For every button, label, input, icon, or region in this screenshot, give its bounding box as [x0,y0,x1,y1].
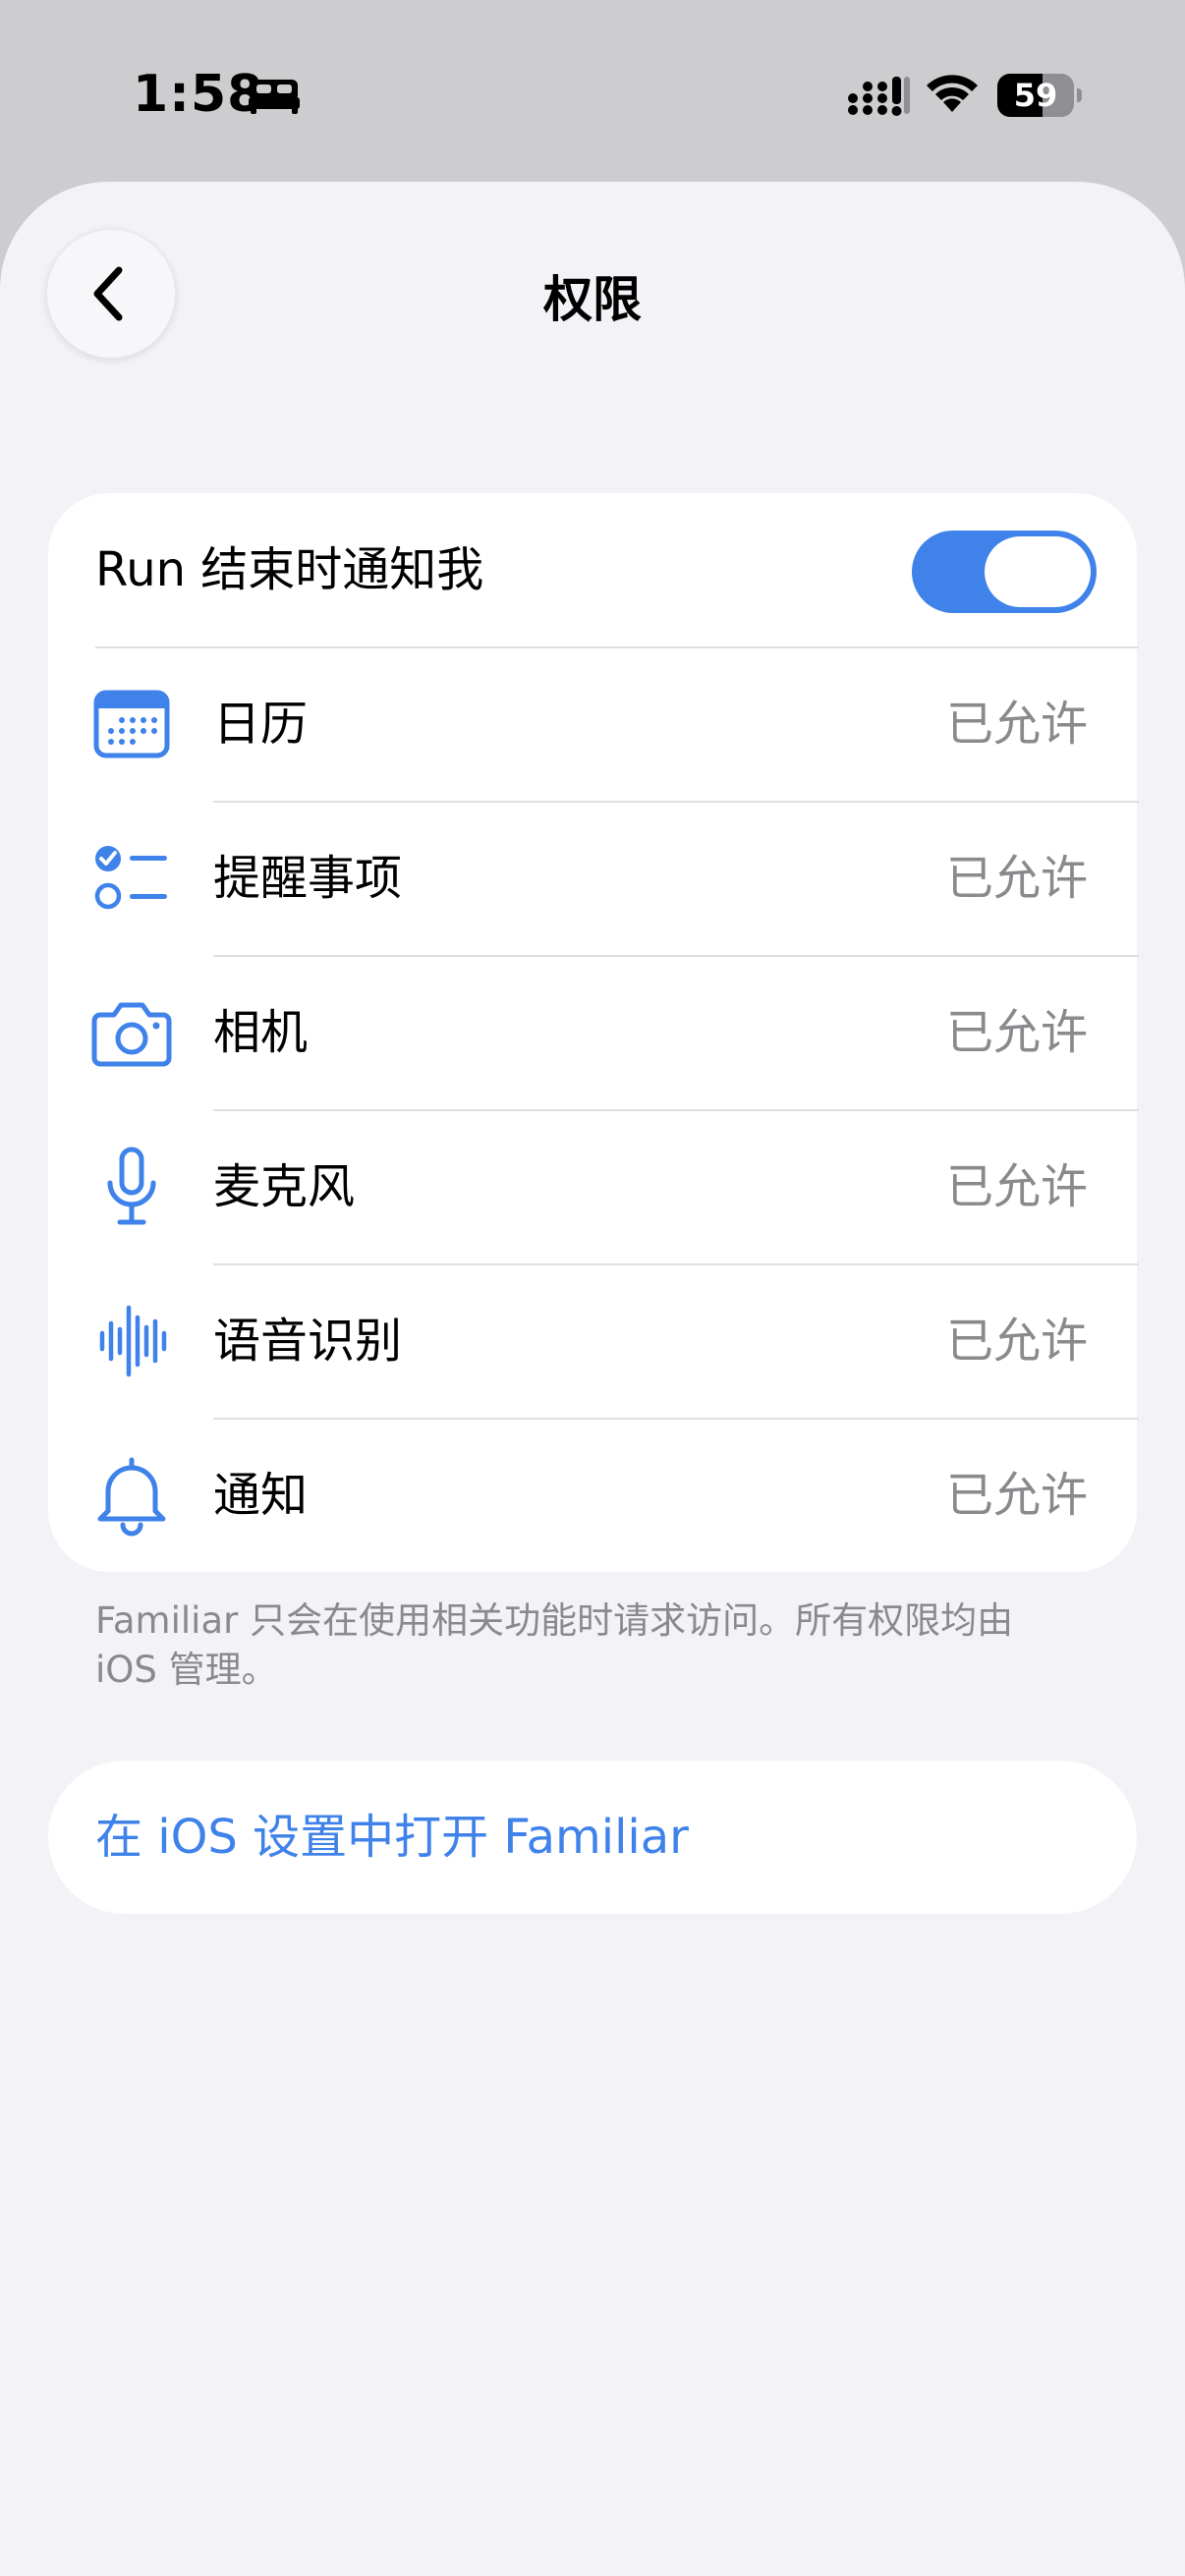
wifi-icon [927,75,978,112]
open-ios-settings-label: 在 iOS 设置中打开 Familiar [95,1810,689,1865]
permission-label: 通知 [213,1468,309,1523]
toggle-knob [985,536,1091,607]
microphone-icon [107,1147,156,1225]
permissions-sheet: 权限 Run 结束时通知我 日历 已允许 提醒事项 已允许 相机 已允许 麦克风… [0,182,1185,2576]
permission-status: 已允许 [945,1005,1088,1060]
bed-icon [249,80,300,114]
permission-row-camera[interactable]: 相机 已允许 [48,956,1137,1110]
notify-on-run-end-row: Run 结束时通知我 [48,493,1137,647]
calendar-icon [93,690,170,758]
waveform-icon [99,1305,167,1377]
permission-status: 已允许 [945,1314,1088,1369]
battery-percentage: 59 [1013,77,1058,114]
open-ios-settings-button[interactable]: 在 iOS 设置中打开 Familiar [48,1761,1137,1914]
permission-status: 已允许 [945,697,1088,752]
permission-row-microphone[interactable]: 麦克风 已允许 [48,1110,1137,1264]
footnote-line-2: iOS 管理。 [95,1649,278,1691]
battery-indicator: 59 [997,74,1082,117]
screen: 1:58 59 权限 Run 结束时通知我 日历 已允许 提醒事项 已允许 相机… [0,0,1185,2576]
permission-label: 提醒事项 [213,851,403,906]
permission-label: 麦克风 [213,1159,356,1214]
reminders-icon [94,846,167,910]
footnote-line-1: Familiar 只会在使用相关功能时请求访问。所有权限均由 [95,1599,1014,1642]
permission-label: 相机 [213,1005,309,1060]
permission-row-calendar[interactable]: 日历 已允许 [48,647,1137,802]
permission-row-speech-recognition[interactable]: 语音识别 已允许 [48,1264,1137,1419]
cellular-signal-icon [848,77,910,116]
permission-status: 已允许 [945,851,1088,906]
notify-on-run-end-toggle[interactable] [912,531,1097,613]
status-bar: 1:58 59 [0,0,1185,182]
permissions-footnote: Familiar 只会在使用相关功能时请求访问。所有权限均由 iOS 管理。 [95,1596,1098,1695]
battery-body: 59 [997,74,1074,117]
permission-label: 日历 [213,697,309,752]
battery-tip [1077,88,1082,102]
status-time: 1:58 [133,65,264,124]
page-title: 权限 [543,271,642,328]
permission-status: 已允许 [945,1468,1088,1523]
permission-row-reminders[interactable]: 提醒事项 已允许 [48,802,1137,956]
permission-status: 已允许 [945,1159,1088,1214]
permissions-card: Run 结束时通知我 日历 已允许 提醒事项 已允许 相机 已允许 麦克风 已允… [48,493,1139,1573]
notify-on-run-end-label: Run 结束时通知我 [95,542,484,597]
permission-row-notifications[interactable]: 通知 已允许 [48,1419,1137,1573]
permission-label: 语音识别 [213,1314,403,1369]
bell-icon [97,1457,166,1537]
camera-icon [91,1002,172,1067]
